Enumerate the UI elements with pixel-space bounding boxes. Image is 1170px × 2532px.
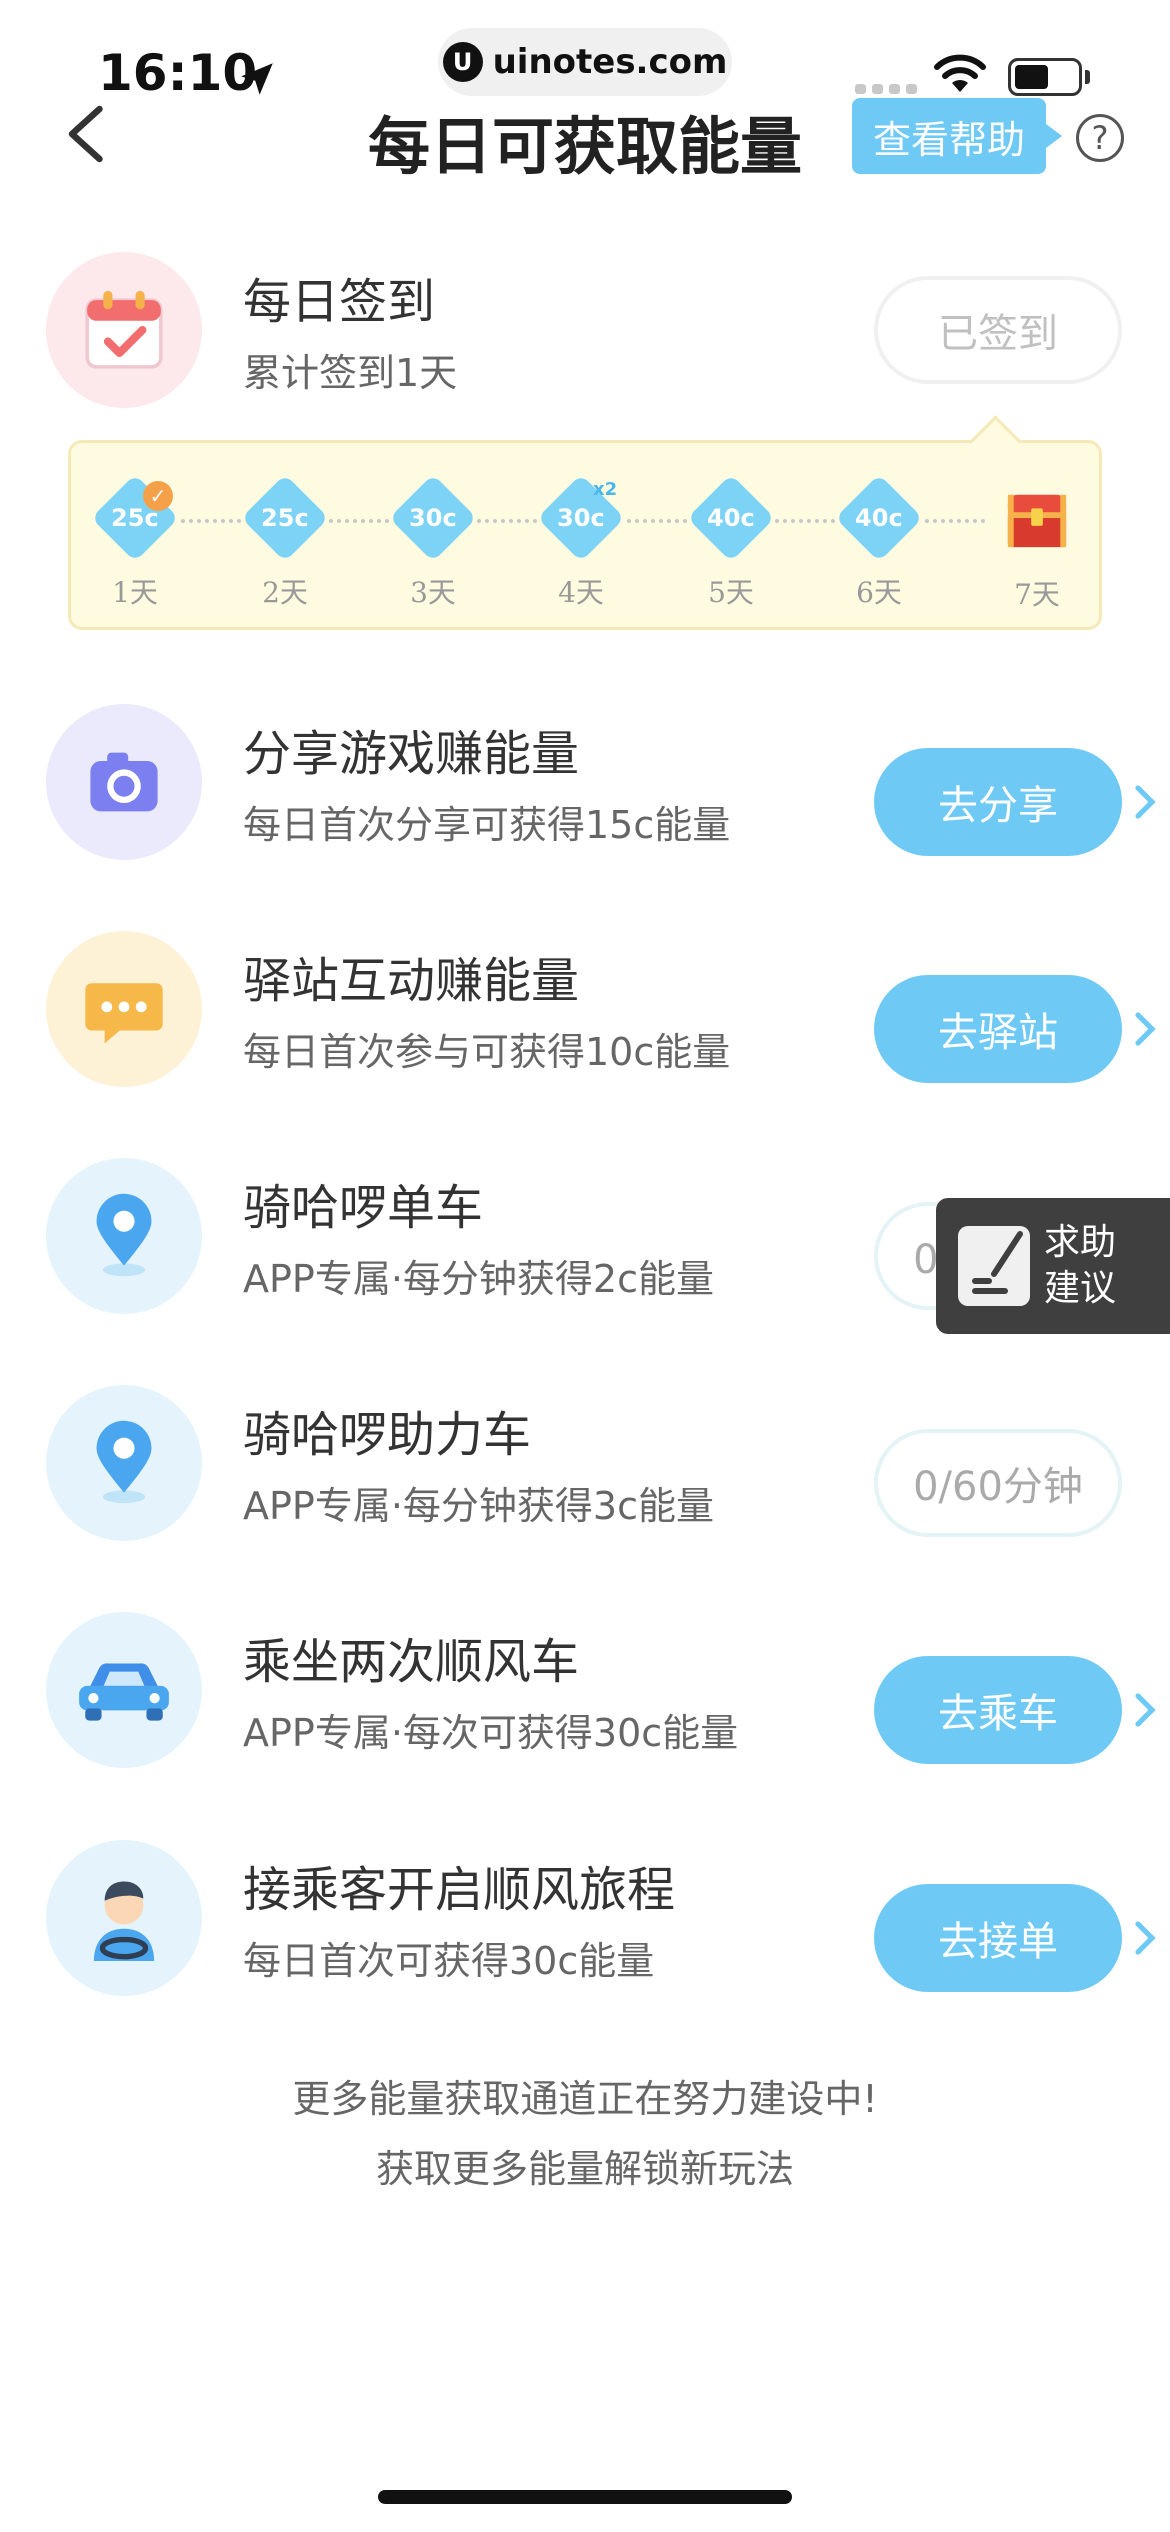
task-subtitle: APP专属·每次可获得30c能量 [243, 1711, 739, 1755]
checkin-day-4: 30c x2 4天 [537, 474, 625, 611]
task-row-station: 驿站互动赚能量 每日首次参与可获得10c能量 去驿站 [0, 931, 1170, 1091]
task-title: 驿站互动赚能量 [243, 953, 580, 1009]
camera-icon [46, 704, 202, 860]
help-question-icon[interactable]: ? [1076, 114, 1124, 162]
checkin-day-5: 40c 5天 [687, 474, 775, 611]
checkin-subtitle: 累计签到1天 [243, 351, 458, 395]
station-button[interactable]: 去驿站 [874, 975, 1122, 1083]
task-row-ebike: 骑哈啰助力车 APP专属·每分钟获得3c能量 0/60分钟 [0, 1385, 1170, 1545]
energy-gem-icon: 40c [835, 474, 923, 562]
day-label: 2天 [262, 576, 308, 609]
feedback-label-line2: 建议 [1044, 1268, 1117, 1309]
watermark-text: uinotes.com [492, 42, 728, 82]
task-subtitle: APP专属·每分钟获得2c能量 [243, 1257, 714, 1301]
ebike-progress-button[interactable]: 0/60分钟 [874, 1429, 1122, 1537]
energy-gem-icon: 30c [389, 474, 477, 562]
task-subtitle: 每日首次参与可获得10c能量 [243, 1030, 731, 1074]
task-title: 分享游戏赚能量 [243, 726, 580, 782]
footer-notice-line1: 更多能量获取通道正在努力建设中! [292, 2077, 878, 2121]
chevron-right-icon[interactable] [1132, 1011, 1156, 1047]
day-label: 5天 [708, 576, 754, 609]
chevron-right-icon[interactable] [1132, 1692, 1156, 1728]
day-label: 6天 [856, 576, 902, 609]
help-button[interactable]: 查看帮助 [852, 98, 1062, 174]
feedback-float-button[interactable]: 求助 建议 [936, 1198, 1170, 1334]
task-row-driver: 接乘客开启顺风旅程 每日首次可获得30c能量 去接单 [0, 1840, 1170, 2000]
checkin-day-2: 25c 2天 [241, 474, 329, 611]
task-title: 骑哈啰助力车 [243, 1407, 532, 1463]
task-subtitle: APP专属·每分钟获得3c能量 [243, 1484, 714, 1528]
wifi-icon [934, 54, 986, 92]
checkin-day-7: 7天 [997, 487, 1077, 613]
chevron-right-icon[interactable] [1132, 1920, 1156, 1956]
feedback-label-line1: 求助 [1044, 1222, 1117, 1263]
task-subtitle: 每日首次分享可获得15c能量 [243, 803, 731, 847]
checkin-row: 每日签到 累计签到1天 已签到 [0, 252, 1170, 412]
task-title: 骑哈啰单车 [243, 1180, 484, 1236]
checkmark-badge-icon: ✓ [143, 481, 173, 511]
cellular-signal-icon [855, 84, 917, 94]
checkin-progress-strip: 25c ✓ 1天 25c 2天 30c 3天 30c x2 4天 40c 5天 … [68, 440, 1102, 630]
day-label: 7天 [1014, 578, 1060, 611]
page-title: 每日可获取能量 [367, 110, 802, 183]
feedback-label: 求助 建议 [1044, 1220, 1116, 1312]
checkin-day-6: 40c 6天 [835, 474, 923, 611]
battery-icon [1008, 58, 1082, 96]
status-time: 16:10 [98, 44, 258, 102]
checkin-day-1: 25c ✓ 1天 [91, 474, 179, 611]
car-icon [46, 1612, 202, 1768]
footer-notice-line2: 获取更多能量解锁新玩法 [375, 2147, 794, 2191]
share-button[interactable]: 去分享 [874, 748, 1122, 856]
back-button[interactable] [62, 104, 112, 164]
calendar-icon [46, 252, 202, 408]
chevron-right-icon[interactable] [1132, 784, 1156, 820]
battery-cap [1085, 70, 1090, 84]
checkin-title: 每日签到 [243, 274, 436, 330]
watermark: U uinotes.com [438, 28, 732, 96]
driver-icon [46, 1840, 202, 1996]
checkin-day-3: 30c 3天 [389, 474, 477, 611]
task-title: 乘坐两次顺风车 [243, 1634, 580, 1690]
day-label: 1天 [112, 576, 158, 609]
double-multiplier-badge: x2 [593, 479, 618, 500]
energy-gem-icon: 40c [687, 474, 775, 562]
checked-in-button[interactable]: 已签到 [874, 276, 1122, 384]
task-subtitle: 每日首次可获得30c能量 [243, 1939, 655, 1983]
note-pen-icon [958, 1226, 1030, 1306]
task-row-ride: 乘坐两次顺风车 APP专属·每次可获得30c能量 去乘车 [0, 1612, 1170, 1772]
energy-gem-icon: 25c [241, 474, 329, 562]
ride-button[interactable]: 去乘车 [874, 1656, 1122, 1764]
day-label: 3天 [410, 576, 456, 609]
location-pin-icon [46, 1158, 202, 1314]
chat-bubble-icon [46, 931, 202, 1087]
day-label: 4天 [558, 576, 604, 609]
task-row-share: 分享游戏赚能量 每日首次分享可获得15c能量 去分享 [0, 704, 1170, 864]
treasure-chest-icon [1007, 494, 1067, 548]
location-pin-icon [46, 1385, 202, 1541]
task-title: 接乘客开启顺风旅程 [243, 1862, 676, 1918]
location-arrow-icon [241, 63, 273, 95]
home-indicator[interactable] [378, 2490, 792, 2504]
watermark-logo-icon: U [442, 42, 483, 82]
accept-order-button[interactable]: 去接单 [874, 1884, 1122, 1992]
